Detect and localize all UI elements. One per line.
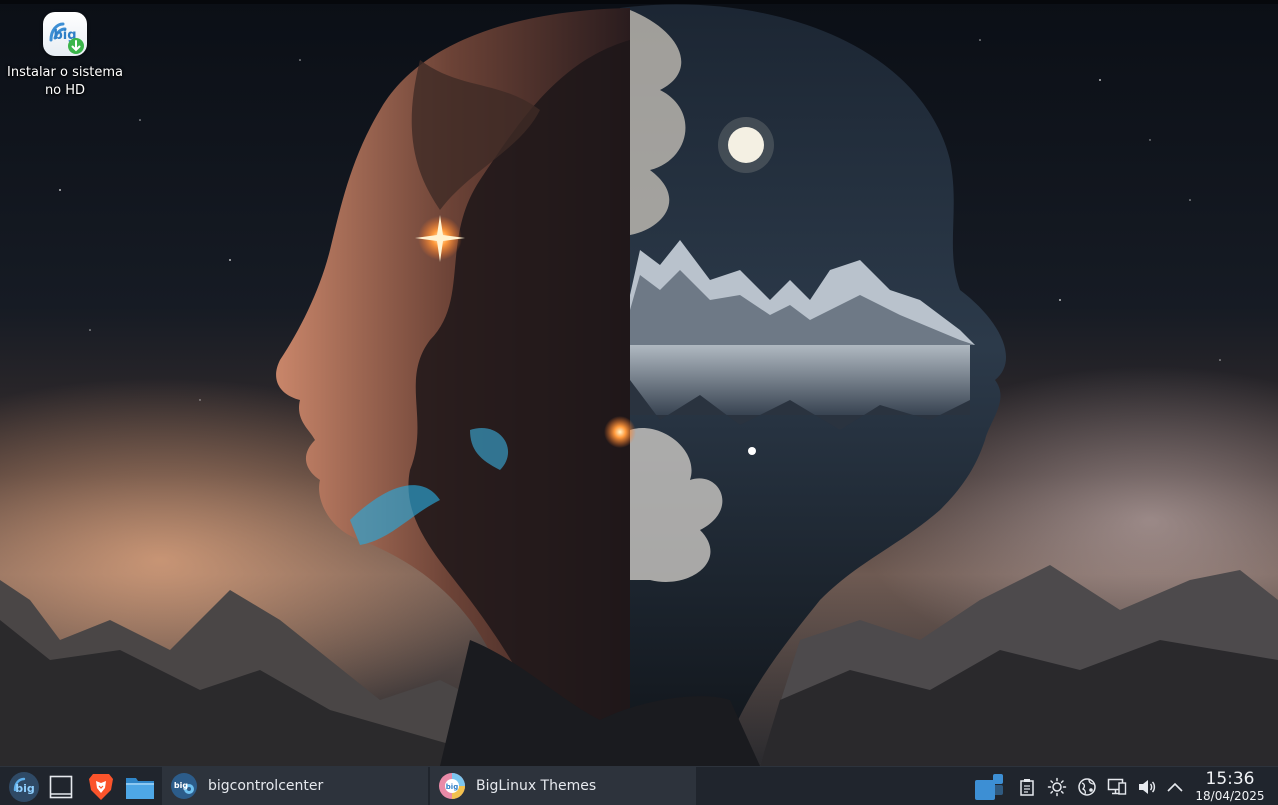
clock-date: 18/04/2025 (1195, 789, 1265, 803)
pager-icon (975, 774, 1003, 800)
volume-button[interactable] (1137, 777, 1157, 797)
bigcontrolcenter-icon: big (171, 773, 197, 799)
taskbar: big big bigcontrolcenter big BigLinux Th… (0, 766, 1278, 805)
volume-icon (1139, 780, 1156, 794)
folder-icon (126, 778, 154, 799)
task-label: bigcontrolcenter (208, 778, 324, 794)
display-icon (1107, 778, 1127, 795)
application-menu-button[interactable]: big (7, 770, 41, 804)
network-icon (1078, 778, 1096, 796)
desktop-wallpaper (0, 0, 1278, 766)
brightness-button[interactable] (1047, 777, 1067, 797)
show-desktop-icon (49, 775, 73, 799)
wallpaper-artwork (0, 4, 1278, 766)
show-hidden-icons-button[interactable] (1165, 777, 1185, 797)
digital-clock[interactable]: 15:36 18/04/2025 (1190, 770, 1270, 804)
clipboard-button[interactable] (1017, 777, 1037, 797)
file-manager-launcher[interactable] (123, 770, 157, 804)
desktop-icon-install-system[interactable]: big Instalar o sistema no HD (4, 12, 126, 100)
svg-text:big: big (446, 783, 458, 791)
task-label: BigLinux Themes (476, 778, 597, 794)
svg-text:big: big (174, 781, 188, 790)
biglinux-install-icon: big (43, 12, 87, 56)
brave-browser-launcher[interactable] (84, 770, 118, 804)
svg-text:big: big (15, 782, 35, 795)
network-button[interactable] (1077, 777, 1097, 797)
brave-lion-icon (89, 774, 113, 800)
task-bigcontrolcenter[interactable]: big bigcontrolcenter (162, 767, 428, 805)
desktop-icon-label: Instalar o sistema no HD (4, 64, 126, 100)
task-biglinux-themes[interactable]: big BigLinux Themes (430, 767, 696, 805)
desktop-icon-label-line1: Instalar o sistema (7, 65, 123, 80)
desktop-icon-label-line2: no HD (44, 83, 86, 98)
chevron-up-icon (1167, 782, 1183, 792)
brightness-icon (1047, 777, 1067, 797)
clipboard-icon (1020, 779, 1034, 796)
biglinux-themes-icon: big (439, 773, 465, 799)
clock-time: 15:36 (1205, 769, 1255, 789)
show-desktop-button[interactable] (44, 770, 78, 804)
virtual-desktop-pager[interactable] (974, 773, 1004, 801)
biglinux-logo-icon: big (9, 772, 39, 802)
display-button[interactable] (1107, 777, 1127, 797)
